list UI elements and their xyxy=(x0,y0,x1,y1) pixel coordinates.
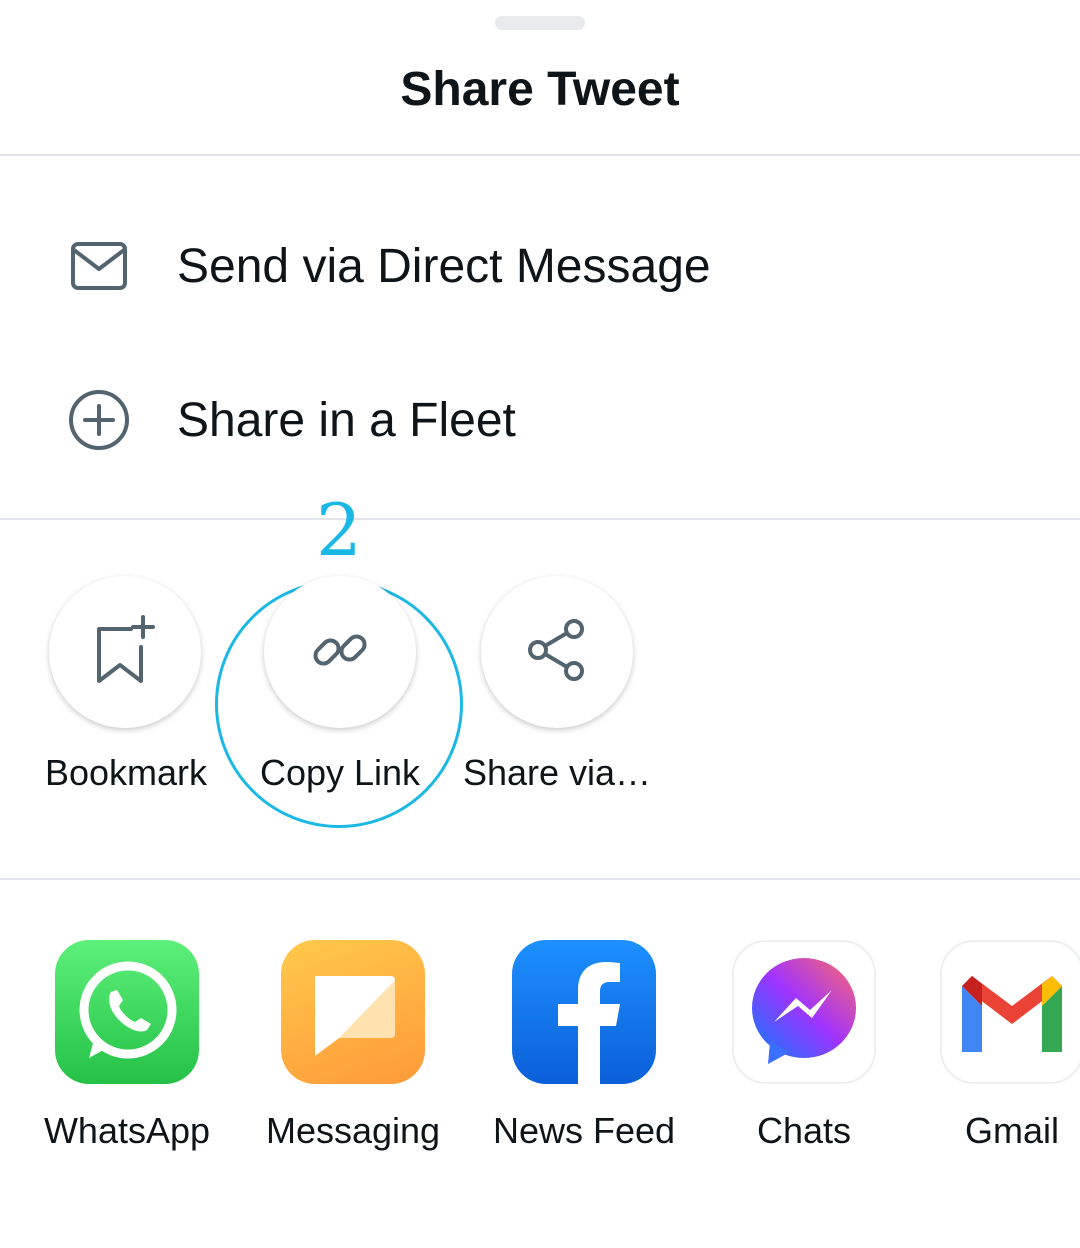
facebook-icon xyxy=(512,962,656,1084)
gmail-icon xyxy=(942,976,1080,1082)
fleet-label: Share in a Fleet xyxy=(177,393,516,447)
divider xyxy=(0,878,1080,880)
drag-handle[interactable] xyxy=(495,16,585,30)
plus-circle-icon xyxy=(68,389,130,451)
copy-link-label: Copy Link xyxy=(259,752,421,793)
whatsapp-app[interactable] xyxy=(55,940,199,1084)
share-sheet: Share Tweet Send via Direct Message Shar… xyxy=(0,0,1080,1248)
link-icon xyxy=(310,620,370,684)
bookmark-add-icon xyxy=(93,615,157,689)
divider xyxy=(0,518,1080,520)
news-feed-app[interactable] xyxy=(512,940,656,1084)
share-icon xyxy=(526,619,588,685)
annotation-number: 2 xyxy=(316,488,362,572)
whatsapp-label: WhatsApp xyxy=(43,1110,211,1151)
messaging-icon xyxy=(281,976,425,1084)
messaging-label: Messaging xyxy=(265,1110,441,1151)
messenger-icon xyxy=(734,958,874,1082)
bookmark-label: Bookmark xyxy=(44,752,208,793)
chats-app[interactable] xyxy=(732,940,876,1084)
gmail-app[interactable] xyxy=(940,940,1080,1084)
direct-message-label: Send via Direct Message xyxy=(177,239,711,293)
bookmark-button[interactable] xyxy=(49,576,201,728)
news-feed-label: News Feed xyxy=(492,1110,676,1151)
whatsapp-icon xyxy=(55,961,199,1084)
share-via-button[interactable] xyxy=(481,576,633,728)
sheet-title: Share Tweet xyxy=(400,63,680,116)
share-in-fleet[interactable]: Share in a Fleet xyxy=(0,360,1080,480)
gmail-label: Gmail xyxy=(964,1110,1059,1151)
envelope-icon xyxy=(68,235,130,297)
divider xyxy=(0,154,1080,156)
messaging-app[interactable] xyxy=(281,940,425,1084)
send-via-direct-message[interactable]: Send via Direct Message xyxy=(0,206,1080,326)
chats-label: Chats xyxy=(756,1110,852,1151)
copy-link-button[interactable] xyxy=(264,576,416,728)
share-via-label: Share via… xyxy=(462,752,652,793)
